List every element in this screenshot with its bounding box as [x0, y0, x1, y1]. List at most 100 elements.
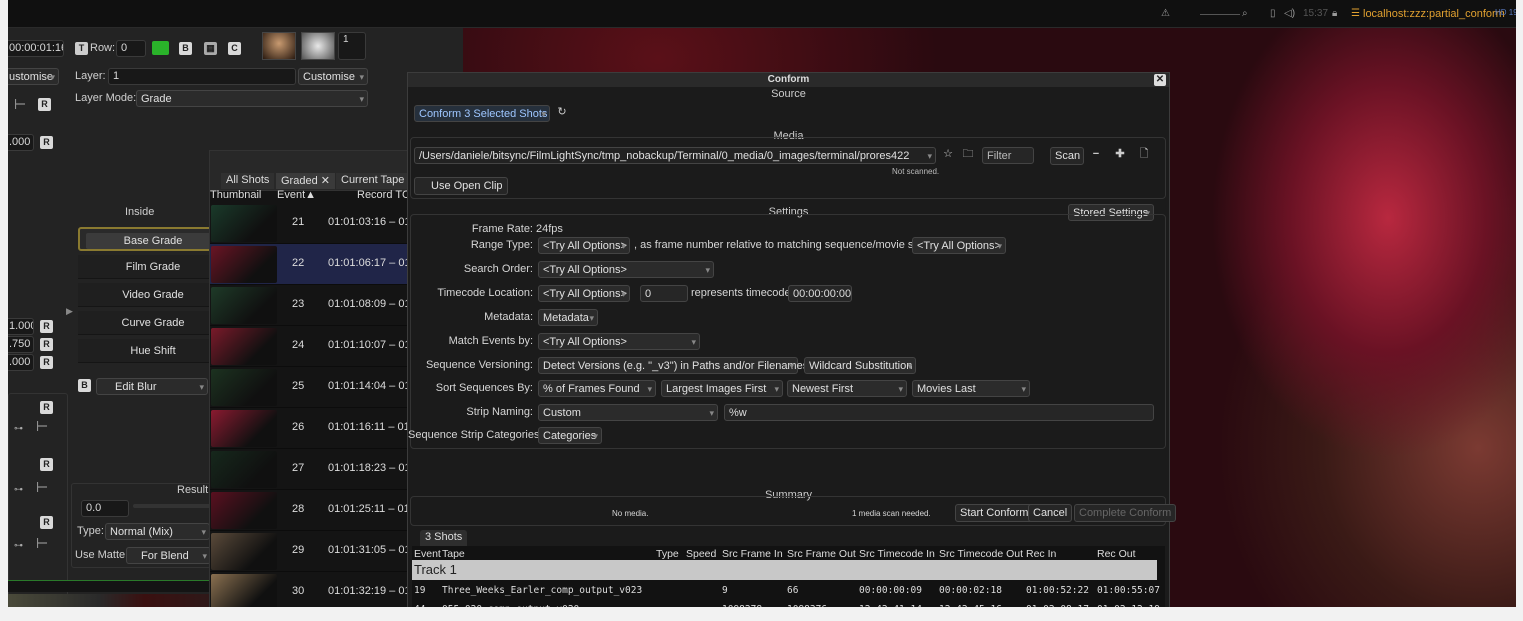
align-icon-2[interactable]: ⊢	[36, 418, 48, 435]
video-grade-button[interactable]: Video Grade	[78, 283, 228, 307]
reset-button-5[interactable]: R	[40, 356, 53, 369]
shot-row[interactable]: 25 01:01:14:04 – 01	[210, 367, 408, 408]
edit-blur-button[interactable]: Edit Blur	[96, 378, 208, 395]
value-field-3[interactable]: .750	[8, 336, 34, 353]
shot-thumbnail[interactable]	[211, 328, 277, 365]
grid-icon[interactable]: ▦	[204, 42, 217, 55]
cancel-button[interactable]: Cancel	[1028, 504, 1073, 522]
align-icon-4[interactable]: ⊢	[36, 535, 48, 552]
tab-graded[interactable]: Graded ✕	[276, 173, 335, 189]
film-grade-button[interactable]: Film Grade	[78, 255, 228, 279]
col-event[interactable]: Event▲	[277, 189, 316, 201]
matte-dropdown[interactable]: For Blend	[126, 547, 211, 564]
shot-row[interactable]: 21 01:01:03:16 – 01	[210, 203, 408, 244]
shot-row[interactable]: 29 01:01:31:05 – 01	[210, 531, 408, 572]
filter-input[interactable]: Filter	[982, 147, 1034, 164]
reset-button-3[interactable]: R	[40, 320, 53, 333]
key-icon[interactable]: ⊶	[14, 423, 23, 434]
type-dropdown[interactable]: Normal (Mix)	[105, 523, 210, 540]
shot-row[interactable]: 22 01:01:06:17 – 01	[210, 244, 408, 285]
source-dropdown[interactable]: Conform 3 Selected Shots	[414, 105, 550, 122]
reset-button-7[interactable]: R	[40, 458, 53, 471]
green-swatch-button[interactable]	[152, 41, 169, 55]
summary-row[interactable]: 44 055_020_comp_output_v020 1098278 1098376…	[412, 601, 1160, 607]
range-start-dropdown[interactable]: <Try All Options>	[912, 237, 1006, 254]
search-order-dropdown[interactable]: <Try All Options>	[538, 261, 714, 278]
shot-thumbnail[interactable]	[211, 492, 277, 529]
value-field-2[interactable]: 1.000	[8, 318, 34, 335]
tc-value-input[interactable]: 00:00:00:00	[788, 285, 852, 302]
shot-row[interactable]: 24 01:01:10:07 – 01	[210, 326, 408, 367]
shot-thumbnail[interactable]	[211, 287, 277, 324]
col-type[interactable]: Type	[656, 548, 679, 560]
summary-row[interactable]: 19 Three_Weeks_Earler_comp_output_v023 9 66…	[412, 582, 1160, 600]
strip-naming-input[interactable]: %w	[724, 404, 1154, 421]
reset-button-8[interactable]: R	[40, 516, 53, 529]
col-rec-in[interactable]: Rec In	[1026, 548, 1056, 560]
phone-icon[interactable]: ▯	[1270, 8, 1276, 19]
col-thumbnail[interactable]: Thumbnail	[210, 189, 261, 201]
key-icon-3[interactable]: ⊶	[14, 540, 23, 551]
shot-row[interactable]: 26 01:01:16:11 – 01	[210, 408, 408, 449]
scan-button[interactable]: Scan	[1050, 147, 1084, 165]
sort-dropdown-4[interactable]: Movies Last	[912, 380, 1030, 397]
shot-thumbnail[interactable]	[211, 246, 277, 283]
face-thumb-1[interactable]	[262, 32, 296, 60]
customise-dropdown[interactable]: Customise	[298, 68, 368, 85]
folder-icon[interactable]: 🗀︎	[960, 147, 976, 163]
start-conform-button[interactable]: Start Conform	[955, 504, 1034, 522]
shot-row[interactable]: 27 01:01:18:23 – 01	[210, 449, 408, 490]
col-src-tc-out[interactable]: Src Timecode Out	[939, 548, 1023, 560]
strip-naming-dropdown[interactable]: Custom	[538, 404, 718, 421]
collapse-arrow-icon[interactable]: ▶	[66, 306, 73, 317]
strip-categories-dropdown[interactable]: Categories	[538, 427, 602, 444]
b-toggle-icon[interactable]: B	[78, 379, 91, 392]
search-icon[interactable]: ⌕	[1242, 8, 1248, 19]
c-icon[interactable]: C	[228, 42, 241, 55]
metadata-dropdown[interactable]: Metadata	[538, 309, 598, 326]
hue-shift-button[interactable]: Hue Shift	[78, 339, 228, 363]
wildcard-dropdown[interactable]: Wildcard Substitution	[804, 357, 916, 374]
refresh-icon[interactable]: ↻	[554, 105, 570, 121]
shot-thumbnail[interactable]	[211, 574, 277, 607]
sort-dropdown-2[interactable]: Largest Images First	[661, 380, 783, 397]
shot-row[interactable]: 28 01:01:25:11 – 01	[210, 490, 408, 531]
reset-button-2[interactable]: R	[40, 136, 53, 149]
tab-3-shots[interactable]: 3 Shots	[420, 530, 468, 546]
col-src-tc-in[interactable]: Src Timecode In	[859, 548, 935, 560]
layer-field[interactable]: 1	[108, 68, 296, 85]
file-icon[interactable]: 🗋︎	[1136, 147, 1152, 163]
tc-offset-input[interactable]: 0	[640, 285, 688, 302]
volume-icon[interactable]: ◁)	[1284, 8, 1295, 19]
sort-dropdown-3[interactable]: Newest First	[787, 380, 907, 397]
col-src-frame-in[interactable]: Src Frame In	[722, 548, 783, 560]
curve-grade-button[interactable]: Curve Grade	[78, 311, 228, 335]
key-icon-2[interactable]: ⊶	[14, 484, 23, 495]
use-open-clip-toggle[interactable]: Use Open Clip	[414, 177, 508, 195]
row-field[interactable]: 0	[116, 40, 146, 57]
result-slider[interactable]	[133, 504, 213, 508]
col-speed[interactable]: Speed	[686, 548, 716, 560]
col-record-tc[interactable]: Record TC	[357, 189, 410, 201]
tab-current-tape[interactable]: Current Tape	[336, 173, 410, 189]
col-rec-out[interactable]: Rec Out	[1097, 548, 1136, 560]
star-icon[interactable]: ☆	[940, 147, 956, 163]
seq-versioning-dropdown[interactable]: Detect Versions (e.g. "_v3") in Paths an…	[538, 357, 808, 374]
result-field[interactable]: 0.0	[81, 500, 129, 517]
face-thumb-2[interactable]	[301, 32, 335, 60]
plus-icon[interactable]: ✚	[1112, 147, 1128, 163]
shot-thumbnail[interactable]	[211, 451, 277, 488]
tc-location-dropdown[interactable]: <Try All Options>	[538, 285, 630, 302]
reset-button-4[interactable]: R	[40, 338, 53, 351]
shot-row[interactable]: 30 01:01:32:19 – 01	[210, 572, 408, 607]
align-icon[interactable]: ⊢	[14, 96, 26, 113]
value-field-1[interactable]: .000	[8, 134, 34, 151]
t-icon[interactable]: T	[75, 42, 88, 55]
sort-dropdown-1[interactable]: % of Frames Found	[538, 380, 656, 397]
shot-thumbnail[interactable]	[211, 410, 277, 447]
tab-all-shots[interactable]: All Shots	[221, 173, 275, 189]
shot-thumbnail[interactable]	[211, 533, 277, 570]
warning-icon[interactable]: ⚠	[1161, 8, 1170, 19]
media-path-dropdown[interactable]: /Users/daniele/bitsync/FilmLightSync/tmp…	[414, 147, 936, 164]
col-event[interactable]: Event	[414, 548, 441, 560]
